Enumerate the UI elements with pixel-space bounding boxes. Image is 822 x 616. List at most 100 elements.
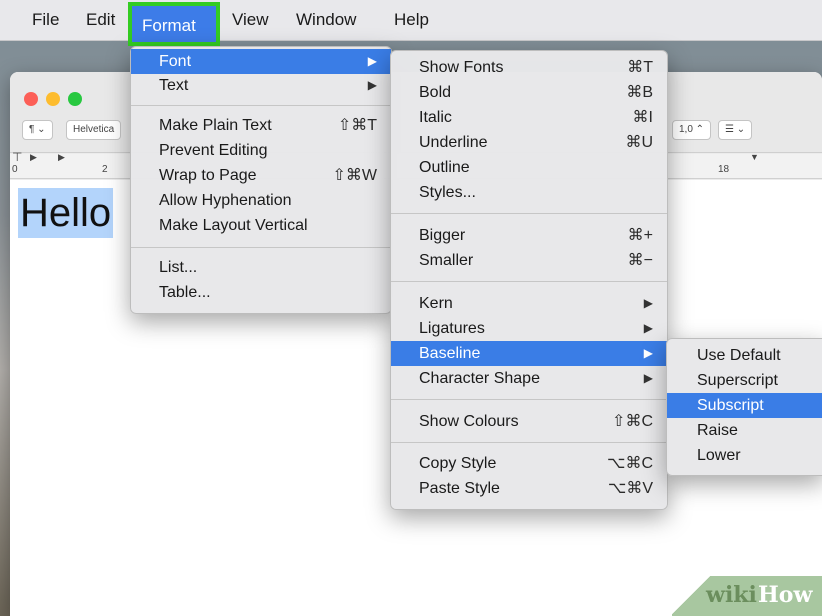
menu-bar: File Edit View Window Help [0,0,822,41]
menu-item-label: Bold [419,84,452,101]
menu-item-label: Font [159,53,192,70]
menu-item-bigger[interactable]: Bigger ⌘+ [391,223,667,248]
close-window-button[interactable] [24,92,38,106]
menu-item-shortcut: ⌘I [632,109,653,126]
menu-separator [391,213,667,214]
format-menu: Font ▶ Text ▶ Make Plain Text ⇧⌘T Preven… [130,46,392,314]
zoom-window-button[interactable] [68,92,82,106]
ruler-tick-label: 18 [718,164,730,175]
menu-item-shortcut: ⌘− [627,252,653,269]
menu-item-outline[interactable]: Outline [391,155,667,180]
wikihow-watermark: wiki How [672,576,822,616]
tab-marker-icon[interactable]: ▶ [58,152,65,163]
menu-window[interactable]: Window [296,8,356,32]
menu-format-label: Format [142,16,196,35]
submenu-arrow-icon: ▶ [643,296,653,310]
menu-item-kern[interactable]: Kern ▶ [391,291,667,316]
tab-marker-icon[interactable]: ▶ [30,152,37,163]
menu-view[interactable]: View [232,8,269,32]
font-submenu: Show Fonts ⌘T Bold ⌘B Italic ⌘I Underlin… [390,50,668,510]
menu-item-styles[interactable]: Styles... [391,180,667,205]
menu-item-table[interactable]: Table... [131,280,391,305]
baseline-submenu: Use Default Superscript Subscript Raise … [666,338,822,476]
menu-item-bold[interactable]: Bold ⌘B [391,80,667,105]
menu-separator [391,442,667,443]
menu-item-italic[interactable]: Italic ⌘I [391,105,667,130]
menu-item-subscript[interactable]: Subscript [667,393,822,418]
ruler-tick-label: 0 [12,164,18,175]
menu-item-baseline[interactable]: Baseline ▶ [391,341,667,366]
menu-item-label: Table... [159,284,211,301]
menu-edit[interactable]: Edit [86,8,115,32]
menu-item-label: Ligatures [419,320,485,337]
tab-stop-icon[interactable]: ⊤ [12,150,22,164]
menu-item-shortcut: ⇧⌘W [332,167,377,184]
menu-item-show-fonts[interactable]: Show Fonts ⌘T [391,55,667,80]
submenu-arrow-icon: ▶ [367,54,377,68]
menu-item-make-layout-vertical[interactable]: Make Layout Vertical [131,213,391,238]
menu-item-label: Text [159,77,189,94]
menu-help[interactable]: Help [394,8,429,32]
document-text: Hello [18,188,114,238]
menu-separator [131,247,391,248]
menu-item-raise[interactable]: Raise [667,418,822,443]
menu-separator [391,399,667,400]
submenu-arrow-icon: ▶ [643,346,653,360]
menu-item-shortcut: ⌘T [627,59,653,76]
menu-item-ligatures[interactable]: Ligatures ▶ [391,316,667,341]
menu-item-superscript[interactable]: Superscript [667,368,822,393]
line-spacing-popup[interactable]: 1,0 ⌃ [672,120,712,140]
menu-item-label: Raise [697,422,738,439]
menu-format[interactable]: Format [128,2,220,46]
menu-item-label: Subscript [697,397,764,414]
menu-item-shortcut: ⌥⌘V [607,480,653,497]
menu-item-make-plain-text[interactable]: Make Plain Text ⇧⌘T [131,113,391,138]
menu-item-label: Copy Style [419,455,497,472]
menu-separator [131,105,391,106]
menu-item-label: Italic [419,109,452,126]
menu-item-text[interactable]: Text ▶ [131,73,391,98]
menu-item-smaller[interactable]: Smaller ⌘− [391,248,667,273]
menu-item-label: Show Fonts [419,59,504,76]
menu-item-label: Make Layout Vertical [159,217,308,234]
menu-item-underline[interactable]: Underline ⌘U [391,130,667,155]
menu-item-wrap-to-page[interactable]: Wrap to Page ⇧⌘W [131,163,391,188]
menu-item-paste-style[interactable]: Paste Style ⌥⌘V [391,476,667,501]
menu-item-label: Smaller [419,252,474,269]
menu-item-use-default[interactable]: Use Default [667,343,822,368]
menu-item-copy-style[interactable]: Copy Style ⌥⌘C [391,451,667,476]
menu-item-label: Bigger [419,227,466,244]
menu-item-shortcut: ⇧⌘C [612,413,653,430]
menu-file[interactable]: File [32,8,59,32]
menu-item-label: Prevent Editing [159,142,268,159]
menu-item-shortcut: ⌥⌘C [607,455,653,472]
menu-item-label: Kern [419,295,453,312]
menu-item-shortcut: ⌘U [625,134,653,151]
menu-item-label: Underline [419,134,488,151]
menu-item-font[interactable]: Font ▶ [131,49,391,74]
list-style-popup[interactable]: ☰ ⌄ [718,120,753,140]
menu-item-label: Allow Hyphenation [159,192,292,209]
menu-item-shortcut: ⌘+ [627,227,653,244]
menu-item-shortcut: ⌘B [626,84,653,101]
menu-item-label: Show Colours [419,413,519,430]
paragraph-style-popup[interactable]: ¶ ⌄ [22,120,53,140]
menu-item-label: Lower [697,447,741,464]
menu-item-prevent-editing[interactable]: Prevent Editing [131,138,391,163]
menu-item-list[interactable]: List... [131,255,391,280]
menu-item-label: Character Shape [419,370,540,387]
menu-item-character-shape[interactable]: Character Shape ▶ [391,366,667,391]
menu-item-allow-hyphenation[interactable]: Allow Hyphenation [131,188,391,213]
menu-item-show-colours[interactable]: Show Colours ⇧⌘C [391,409,667,434]
watermark-text: wiki [706,582,757,608]
font-family-popup[interactable]: Helvetica [66,120,122,140]
menu-item-label: Superscript [697,372,778,389]
ruler-tick-label: 2 [102,164,108,175]
minimize-window-button[interactable] [46,92,60,106]
menu-item-lower[interactable]: Lower [667,443,822,468]
menu-item-label: Styles... [419,184,476,201]
submenu-arrow-icon: ▶ [367,78,377,92]
right-margin-marker-icon[interactable]: ▼ [750,152,759,162]
menu-item-label: Baseline [419,345,481,362]
menu-item-label: Wrap to Page [159,167,257,184]
